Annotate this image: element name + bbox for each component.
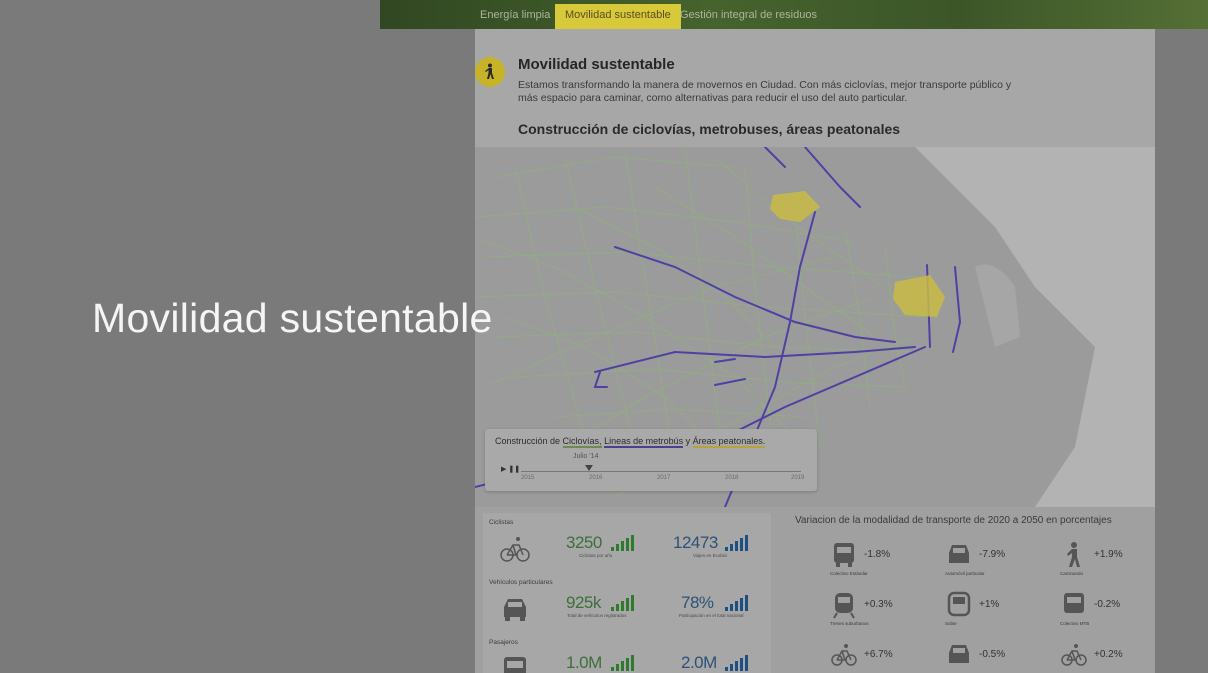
stat-participacion-value: 78%	[681, 593, 714, 612]
walking-icon	[475, 57, 505, 87]
variation-bicicleta: +6.7%	[830, 641, 940, 673]
stat-pasajeros-value-2: 2.0M	[681, 653, 717, 672]
stat-ecobici-value: 12473	[673, 533, 718, 552]
bar-indicator	[611, 593, 634, 611]
walking-icon	[1067, 542, 1080, 567]
legend-metrobus: Lineas de metrobús	[604, 436, 684, 448]
variation-title: Variacion de la modalidad de transporte …	[795, 515, 1112, 526]
timeline-year: 2018	[725, 475, 739, 481]
tab-movilidad-sustentable[interactable]: Movilidad sustentable	[555, 4, 681, 29]
car-icon	[949, 645, 969, 663]
timeline-year: 2016	[589, 475, 603, 481]
content-page: Movilidad sustentable Estamos transforma…	[475, 29, 1155, 673]
stat-pasajeros-value: 1.0M	[566, 653, 602, 672]
timeline-year: 2019	[791, 475, 805, 481]
bicycle-icon	[1061, 644, 1087, 666]
variation-colectivo-mtb: -0.2% Colectivo MTB	[1060, 591, 1155, 637]
variation-bicicleta-2: +0.2%	[1060, 641, 1155, 673]
video-frame: Energía limpia Movilidad sustentable Ges…	[0, 0, 1208, 673]
map-title: Construcción de ciclovías, metrobuses, á…	[518, 121, 901, 137]
timeline-year: 2015	[521, 475, 535, 481]
variation-trenes-suburbanos: +0.3% Trenes suburbanos	[830, 591, 940, 637]
bicycle-icon	[831, 644, 857, 666]
stat-caption: Ciclistas por año	[579, 553, 613, 558]
variation-automovil-particular: -7.9% Automóvil particular	[945, 541, 1055, 587]
pedestrian-area-center	[893, 275, 945, 317]
stat-vehiculos-value: 925k	[566, 593, 601, 612]
car-icon	[504, 599, 526, 621]
city-map[interactable]: Construcción de Ciclovías, Lineas de met…	[475, 146, 1155, 508]
bicycle-icon	[500, 537, 530, 562]
tab-gestion-residuos[interactable]: Gestión integral de residuos	[670, 4, 827, 29]
timeline-track[interactable]	[521, 471, 801, 472]
timeline-control: Construcción de Ciclovías, Lineas de met…	[485, 429, 817, 491]
section-ciclistas: Ciclistas	[489, 519, 514, 526]
section-vehiculos: Vehículos particulares	[489, 579, 553, 586]
timeline-current-date: Julio '14	[573, 453, 599, 460]
section-description: Estamos transformando la manera de mover…	[518, 79, 1012, 104]
variation-colectivo-estandar: -1.8% Colectivo Estándar	[830, 541, 940, 587]
top-navigation: Energía limpia Movilidad sustentable Ges…	[380, 0, 1208, 29]
timeline-handle[interactable]	[585, 465, 593, 471]
subway-icon	[947, 591, 971, 617]
video-overlay-title: Movilidad sustentable	[92, 295, 493, 341]
bar-indicator	[725, 533, 748, 551]
stat-caption: Viajes en Ecobici	[693, 553, 728, 558]
bus-icon	[834, 543, 854, 567]
legend-ciclovias: Ciclovías,	[562, 436, 602, 448]
stats-panel: Ciclistas 3250 Ciclistas por año 12473 V…	[483, 513, 771, 673]
variation-subte: +1% Subte	[945, 591, 1055, 637]
bar-indicator	[611, 653, 634, 671]
bar-indicator	[725, 653, 748, 671]
section-header: Movilidad sustentable Estamos transforma…	[475, 29, 1155, 147]
legend-peatonales: Áreas peatonales.	[692, 436, 766, 448]
timeline-year: 2017	[657, 475, 671, 481]
stat-caption: Participación en el total nacional	[679, 613, 744, 618]
bar-indicator	[611, 533, 634, 551]
timeline-caption: Construcción de Ciclovías, Lineas de met…	[495, 436, 766, 448]
bus-icon	[504, 657, 526, 673]
pedestrian-area-north	[770, 191, 820, 222]
variation-auto-2: -0.5%	[945, 641, 1055, 673]
variation-caminando: +1.9% Caminando	[1060, 541, 1155, 587]
bar-indicator	[725, 593, 748, 611]
section-title: Movilidad sustentable	[518, 56, 675, 73]
tab-energia-limpia[interactable]: Energía limpia	[470, 4, 560, 29]
bus-icon	[1064, 593, 1084, 613]
car-icon	[949, 545, 969, 563]
train-icon	[833, 593, 855, 619]
section-pasajeros: Pasajeros	[489, 639, 518, 646]
stat-ciclistas-value: 3250	[566, 533, 602, 552]
stat-caption: Total de vehículos registrados	[567, 613, 627, 618]
play-pause-button[interactable]: ▶ ❚❚	[501, 465, 520, 473]
statistics-area: Ciclistas 3250 Ciclistas por año 12473 V…	[475, 507, 1155, 673]
